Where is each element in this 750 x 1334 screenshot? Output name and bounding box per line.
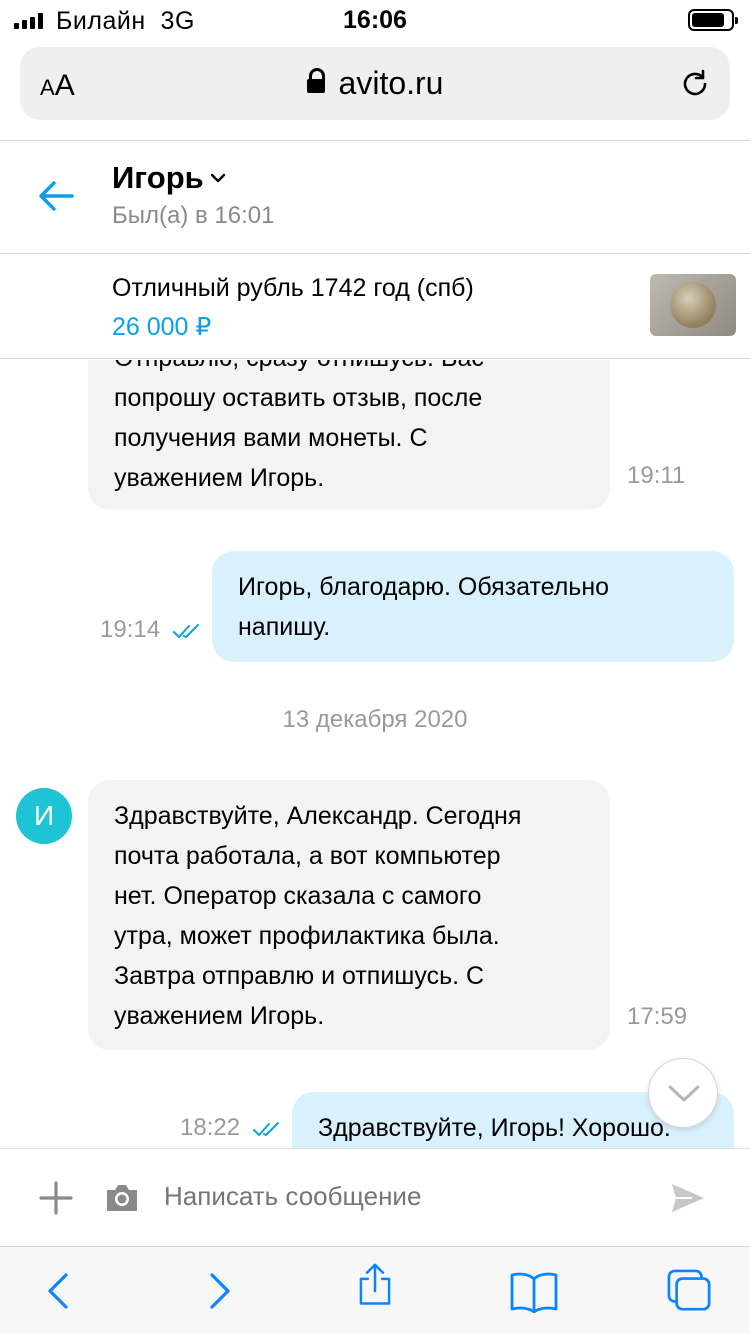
divider <box>0 358 750 359</box>
message-line: уважением Игорь. <box>114 464 325 492</box>
double-check-icon <box>173 624 199 638</box>
message-time: 17:59 <box>627 1003 688 1030</box>
message-input[interactable] <box>164 1181 624 1212</box>
date-separator: 13 декабря 2020 <box>282 706 468 733</box>
back-icon[interactable] <box>38 1269 82 1313</box>
message-line: почта работала, а вот компьютер <box>114 842 501 870</box>
message-line: Здравствуйте, Игорь! Хорошо. <box>318 1114 671 1142</box>
message-line: напишу. <box>238 613 331 641</box>
status-bar: Билайн 3G 16:06 <box>0 0 750 40</box>
scroll-to-bottom-button[interactable] <box>648 1058 718 1128</box>
product-price: 26 000 ₽ <box>112 313 212 341</box>
forward-icon[interactable] <box>196 1269 240 1313</box>
divider <box>0 253 750 254</box>
chevron-down-icon <box>210 173 225 183</box>
reload-icon[interactable] <box>678 67 712 101</box>
message-bubble-outgoing[interactable]: Игорь, благодарю. Обязательно напишу. <box>212 551 734 662</box>
message-bubble-incoming[interactable]: Отправлю, сразу отпишусь. Вас попрошу ос… <box>88 360 610 510</box>
double-check-icon <box>253 1122 279 1136</box>
message-time: 19:14 <box>100 616 161 643</box>
message-bubble-incoming[interactable]: Здравствуйте, Александр. Сегодня почта р… <box>88 780 610 1050</box>
message-line: утра, может профилактика была. <box>114 922 500 950</box>
coin-image <box>670 282 716 328</box>
lock-icon <box>306 68 325 93</box>
share-icon[interactable] <box>353 1263 397 1307</box>
message-line: Игорь, благодарю. Обязательно <box>238 573 610 601</box>
message-time: 19:11 <box>627 462 686 489</box>
contact-name[interactable]: Игорь <box>112 160 226 196</box>
message-list[interactable]: Отправлю, сразу отпишусь. Вас попрошу ос… <box>0 360 750 1148</box>
product-thumbnail[interactable] <box>650 274 736 336</box>
url-bar[interactable]: AA avito.ru <box>20 47 730 120</box>
back-arrow-icon[interactable] <box>36 176 76 216</box>
message-composer <box>0 1148 750 1246</box>
battery-icon <box>688 9 738 31</box>
message-line: Отправлю, сразу отпишусь. Вас <box>114 360 584 378</box>
avatar[interactable]: И <box>16 788 72 844</box>
message-line: нет. Оператор сказала с самого <box>114 882 482 910</box>
url-domain[interactable]: avito.ru <box>20 65 730 102</box>
chevron-down-icon <box>668 1085 700 1102</box>
product-title[interactable]: Отличный рубль 1742 год (спб) <box>112 274 474 303</box>
browser-toolbar <box>0 1246 750 1334</box>
camera-icon[interactable] <box>104 1182 140 1214</box>
bookmarks-icon[interactable] <box>509 1269 559 1313</box>
send-icon[interactable] <box>670 1182 706 1214</box>
message-line: Здравствуйте, Александр. Сегодня <box>114 802 522 830</box>
divider <box>0 140 750 141</box>
plus-icon[interactable] <box>39 1181 73 1215</box>
message-line: уважением Игорь. <box>114 1002 325 1030</box>
message-line: Завтра отправлю и отпишусь. С <box>114 962 485 990</box>
message-line: получения вами монеты. С <box>114 424 428 452</box>
last-seen-status: Был(а) в 16:01 <box>112 202 275 229</box>
tabs-icon[interactable] <box>666 1269 714 1313</box>
status-time: 16:06 <box>343 6 407 34</box>
message-time: 18:22 <box>180 1114 241 1141</box>
message-line: попрошу оставить отзыв, после <box>114 384 483 412</box>
